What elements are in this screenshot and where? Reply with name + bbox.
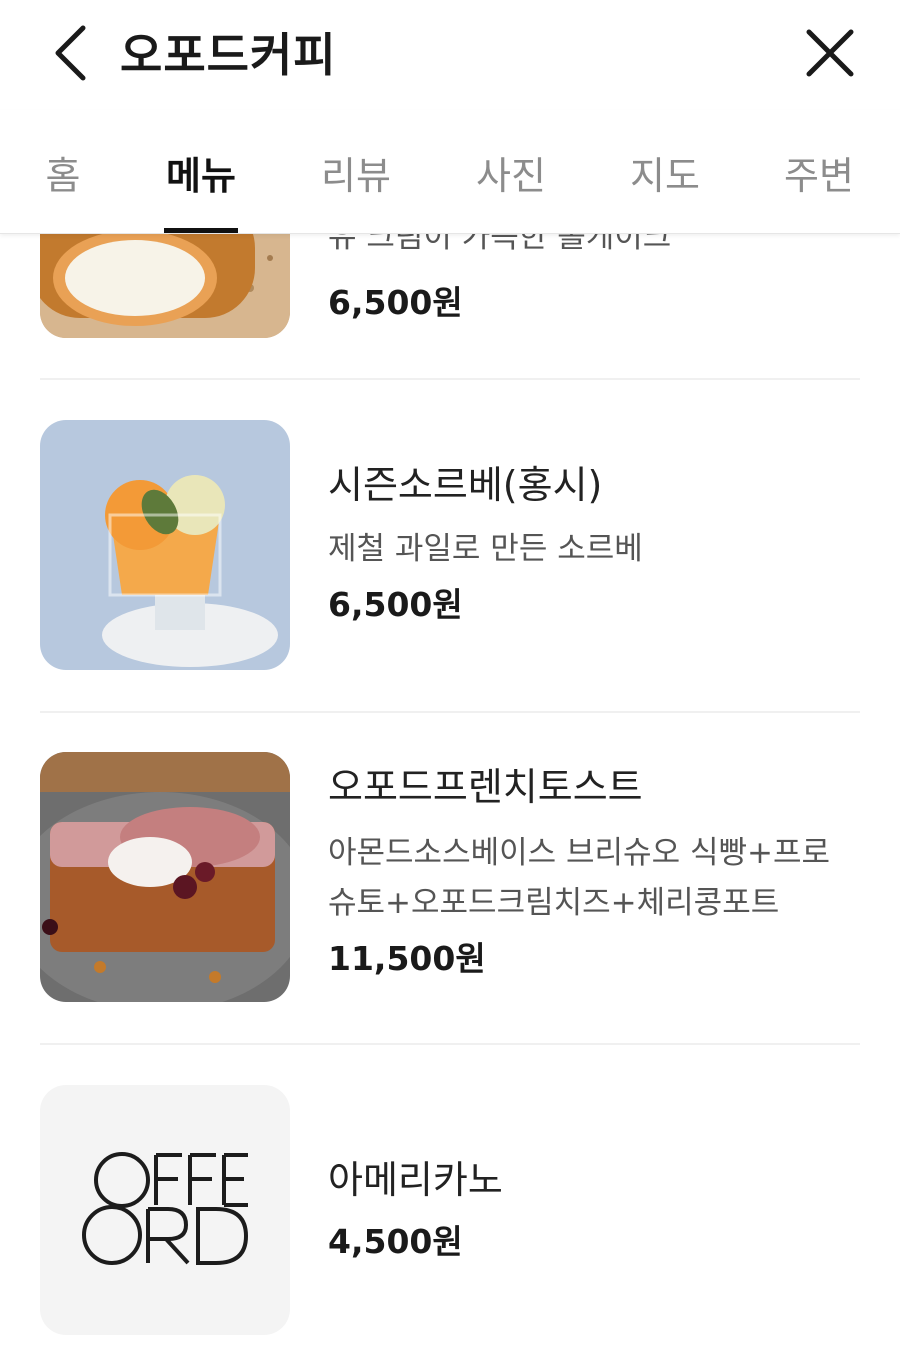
brand-logo-image bbox=[40, 1085, 290, 1335]
close-button[interactable] bbox=[800, 22, 860, 88]
menu-item-desc: 아몬드소스베이스 브리슈오 식빵+프로슈토+오포드크림치즈+체리콩포트 bbox=[328, 835, 831, 921]
menu-item-price: 6,500원 bbox=[328, 283, 463, 322]
menu-item-americano[interactable]: 아메리카노 4,500원 bbox=[40, 1085, 860, 1335]
tab-nearby[interactable]: 주변 bbox=[768, 110, 870, 234]
active-tab-indicator bbox=[164, 228, 238, 233]
tab-map[interactable]: 지도 bbox=[614, 110, 716, 234]
back-button[interactable] bbox=[40, 22, 100, 88]
menu-item-sorbet[interactable]: 시즌소르베(홍시) 제철 과일로 만든 소르베 6,500원 bbox=[40, 420, 860, 670]
menu-item-price: 6,500원 bbox=[328, 585, 463, 624]
sorbet-image bbox=[40, 420, 290, 670]
menu-item-name: 시즌소르베(홍시) bbox=[328, 463, 603, 507]
divider bbox=[40, 711, 860, 713]
tab-menu[interactable]: 메뉴 bbox=[150, 110, 252, 234]
close-icon bbox=[805, 28, 855, 82]
menu-item-name: 오포드프렌치토스트 bbox=[328, 765, 643, 809]
menu-item-name: 아메리카노 bbox=[328, 1158, 503, 1202]
menu-item-french-toast[interactable]: 오포드프렌치토스트 아몬드소스베이스 브리슈오 식빵+프로슈토+오포드크림치즈+… bbox=[40, 752, 860, 1002]
tab-bar: 홈 메뉴 리뷰 사진 지도 주변 bbox=[0, 110, 900, 234]
menu-item-desc: 제철 과일로 만든 소르베 bbox=[328, 531, 643, 567]
menu-item-price: 4,500원 bbox=[328, 1222, 463, 1261]
divider bbox=[40, 378, 860, 380]
page-title: 오포드커피 bbox=[120, 28, 337, 82]
menu-item-price: 11,500원 bbox=[328, 939, 486, 978]
chevron-left-icon bbox=[53, 24, 87, 86]
french-toast-image bbox=[40, 752, 290, 1002]
tab-reviews[interactable]: 리뷰 bbox=[305, 110, 407, 234]
divider bbox=[40, 1043, 860, 1045]
tab-photos[interactable]: 사진 bbox=[460, 110, 562, 234]
top-bar: 오포드커피 bbox=[0, 0, 900, 110]
tab-home[interactable]: 홈 bbox=[22, 110, 104, 234]
